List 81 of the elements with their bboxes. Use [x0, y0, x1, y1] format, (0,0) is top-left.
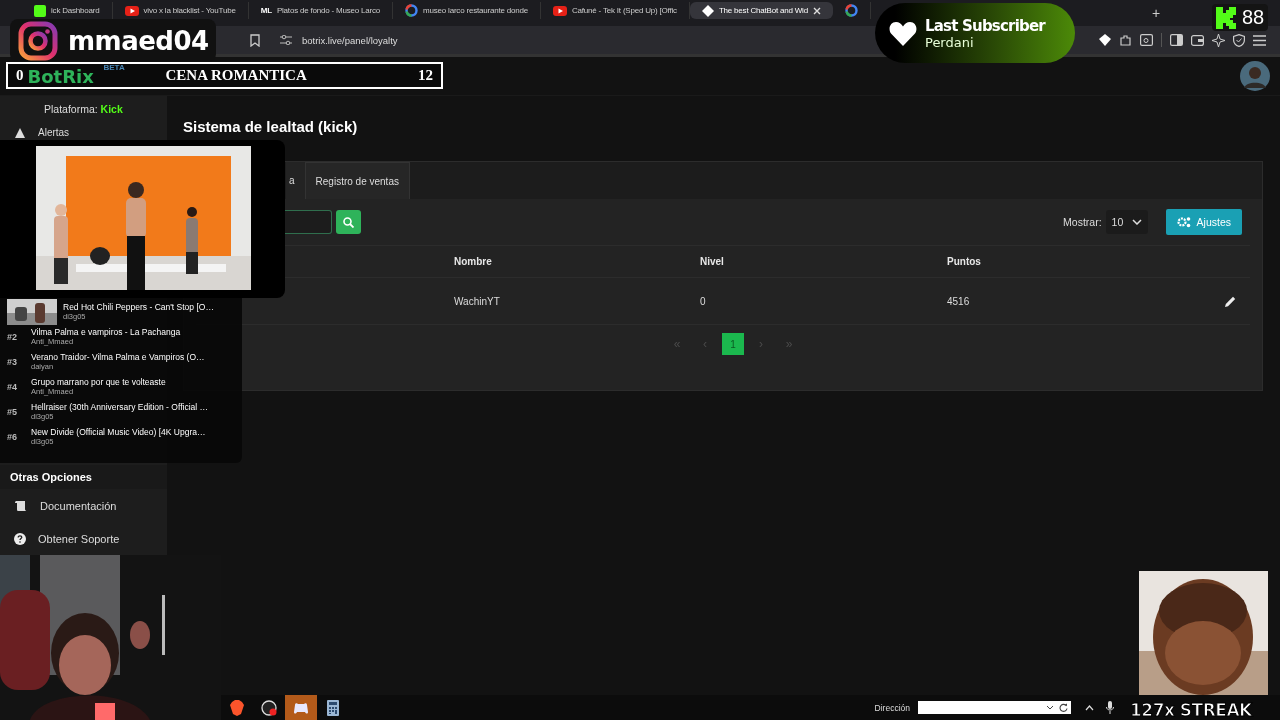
browser-tab[interactable]: museo larco restaurante donde — [393, 2, 541, 19]
shield-check-icon[interactable] — [1233, 33, 1245, 47]
section-heading: Otras Opciones — [0, 465, 167, 489]
close-icon[interactable] — [812, 6, 821, 15]
page-size-select[interactable]: 10 — [1105, 210, 1148, 234]
rank-number: #3 — [7, 356, 18, 367]
table-cell-text: 4516 — [947, 295, 971, 307]
beta-label: BETA — [103, 63, 125, 72]
song-title: Red Hot Chili Peppers - Can't Stop [O… — [63, 302, 214, 312]
column-header: Puntos — [947, 256, 982, 267]
play-icon — [124, 5, 139, 16]
column-header: Nivel — [700, 256, 725, 267]
google-icon — [844, 4, 858, 17]
address-field[interactable] — [918, 701, 1071, 714]
calculator-icon[interactable] — [327, 699, 339, 716]
brand-logo: BotRix — [27, 66, 94, 87]
search-page-icon[interactable] — [1140, 34, 1153, 46]
avatar-icon[interactable] — [1240, 61, 1270, 91]
tab[interactable]: a — [286, 162, 305, 199]
menu-icon[interactable] — [1253, 34, 1266, 46]
browser-tab[interactable]: ML Platos de fondo - Museo Larco — [248, 2, 394, 19]
search-field[interactable] — [285, 210, 332, 234]
wallet-icon[interactable] — [1191, 34, 1204, 46]
page-title: Sistema de lealtad (kick) — [183, 118, 359, 135]
column-header: Nombre — [454, 256, 493, 267]
sidebar-item[interactable]: Obtener Soporte — [0, 522, 167, 555]
rank-number: #5 — [7, 406, 18, 417]
pencil-icon[interactable] — [1224, 295, 1236, 307]
sidebar-item[interactable]: Alertas — [0, 126, 167, 139]
sparkle-icon[interactable] — [1212, 33, 1225, 47]
count-text: 0 — [16, 67, 24, 84]
address-label: Dirección — [874, 702, 910, 713]
goal-title: CENA ROMANTICA — [165, 67, 308, 84]
rank-number: #6 — [7, 431, 18, 442]
chevron-down-icon — [1046, 705, 1054, 710]
site-icon: ML — [260, 6, 272, 15]
browser-tab[interactable]: The best ChatBot and Wid — [689, 2, 833, 19]
google-icon — [405, 4, 419, 17]
address-bar[interactable]: botrix.live/panel/loyalty — [272, 29, 840, 51]
site-settings-icon — [280, 35, 292, 45]
diamond-icon — [701, 4, 714, 17]
alert-title: Last Subscriber — [925, 16, 1045, 35]
song-title: New Divide (Official Music Video) [4K Upgra… — [31, 427, 206, 437]
camera-icon — [18, 20, 58, 61]
refresh-icon — [1059, 703, 1068, 712]
song-title: Vilma Palma e vampiros - La Pachanga — [31, 327, 181, 337]
browser-tab[interactable]: Cafuné - Tek It (Sped Up) [Offic — [541, 2, 690, 19]
viewer-counter: 88 — [1212, 4, 1269, 31]
song-title: Verano Traidor- Vilma Palma e Vampiros (O… — [31, 352, 205, 362]
search-button[interactable] — [336, 210, 361, 234]
streamer-badge: mmaed04 — [10, 19, 216, 62]
rank-number: #4 — [7, 381, 18, 392]
table-cell-text: WachinYT — [454, 295, 501, 307]
heart-icon — [889, 20, 917, 46]
table-cell-text: 0 — [700, 295, 707, 307]
bell-icon — [14, 126, 26, 139]
sidebar-icon[interactable] — [1170, 34, 1183, 46]
sidebar-item[interactable]: Documentación — [0, 489, 167, 522]
song-title: Hellraiser (30th Anniversary Edition - Official … — [31, 402, 208, 412]
microphone-icon[interactable] — [1106, 701, 1114, 714]
help-icon — [14, 532, 26, 545]
recorder-icon[interactable] — [261, 699, 277, 716]
tab[interactable]: Registro de ventas — [304, 162, 410, 199]
search-icon — [343, 216, 354, 228]
scroll-icon — [14, 499, 28, 512]
streak-counter: 127x STREAK — [1130, 700, 1252, 720]
platform-label: Plataforma: Kick — [43, 102, 124, 117]
new-tab-button[interactable]: + — [1152, 5, 1160, 21]
goal-target: 12 — [418, 67, 433, 84]
play-icon — [553, 5, 567, 16]
show-label: Mostrar: — [1063, 216, 1102, 228]
bookmark-icon[interactable] — [250, 33, 260, 47]
puzzle-icon[interactable] — [1119, 33, 1132, 47]
chevron-down-icon — [1131, 219, 1142, 225]
song-title: Grupo marrano por que te volteaste — [31, 377, 166, 387]
kick-logo-icon — [1216, 6, 1236, 29]
lion-shield-icon[interactable] — [230, 699, 244, 716]
rank-number: #2 — [7, 331, 18, 342]
subscriber-name: Perdani — [925, 34, 975, 50]
chevron-up-icon[interactable] — [1085, 704, 1094, 711]
kick-icon — [34, 4, 46, 17]
